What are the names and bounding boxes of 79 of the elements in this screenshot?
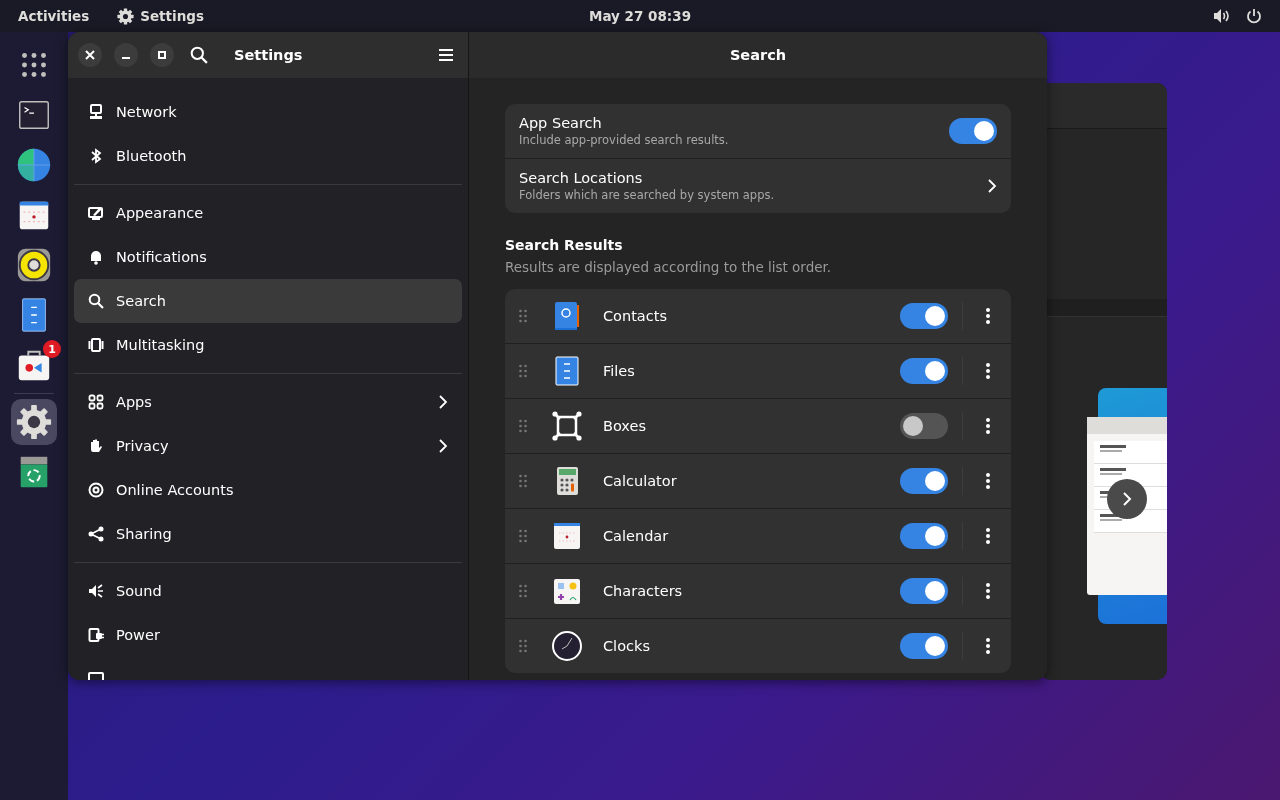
- search-icon: [88, 293, 104, 309]
- toggle-switch[interactable]: [900, 523, 948, 549]
- app-name: Calculator: [603, 473, 678, 489]
- gear-icon: [117, 7, 135, 25]
- row-title: Search Locations: [519, 170, 644, 186]
- sidebar-item[interactable]: Apps: [74, 380, 462, 424]
- power-icon: [88, 627, 104, 643]
- app-name: Boxes: [603, 418, 647, 434]
- apps-icon: [88, 394, 104, 410]
- toggle-switch[interactable]: [900, 578, 948, 604]
- appearance-icon: [88, 205, 104, 221]
- chevron-right-icon: [1121, 491, 1133, 507]
- menu-icon: [438, 48, 454, 62]
- power-icon[interactable]: [1246, 8, 1262, 24]
- sidebar-item[interactable]: Network: [74, 90, 462, 134]
- app-menu[interactable]: Settings: [140, 8, 204, 24]
- drag-handle-icon[interactable]: [519, 364, 527, 378]
- section-heading: Search Results: [505, 237, 624, 253]
- row-subtitle: Include app-provided search results.: [519, 133, 730, 147]
- sidebar-item[interactable]: Online Accounts: [74, 468, 462, 512]
- drag-handle-icon[interactable]: [519, 639, 527, 653]
- drag-handle-icon[interactable]: [519, 584, 527, 598]
- gear-icon: [15, 403, 53, 441]
- notification-badge: 1: [43, 340, 61, 358]
- chevron-right-icon: [987, 178, 997, 194]
- sidebar-item[interactable]: Power: [74, 613, 462, 657]
- window-thumbnail-drawing[interactable]: [1087, 388, 1167, 624]
- maximize-icon: [157, 50, 167, 60]
- page-title: Search: [729, 47, 787, 63]
- sidebar-item[interactable]: Sound: [74, 569, 462, 613]
- app-name: Calendar: [603, 528, 670, 544]
- app-name: Characters: [603, 583, 684, 599]
- sidebar-item[interactable]: Bluetooth: [74, 134, 462, 178]
- drag-handle-icon[interactable]: [519, 474, 527, 488]
- sidebar-item[interactable]: Privacy: [74, 424, 462, 468]
- multitask-icon: [88, 337, 104, 353]
- calendar-icon: [551, 520, 583, 552]
- toggle-switch[interactable]: [900, 468, 948, 494]
- sidebar-item[interactable]: Search: [74, 279, 462, 323]
- minimize-icon: [121, 57, 131, 59]
- search-icon: [190, 46, 208, 64]
- speaker-icon: [15, 246, 53, 284]
- boxes-icon: [551, 410, 583, 442]
- sidebar-item[interactable]: Sharing: [74, 512, 462, 556]
- dock-app[interactable]: [11, 399, 57, 445]
- toggle-switch[interactable]: [900, 633, 948, 659]
- toggle-switch[interactable]: [900, 303, 948, 329]
- at-icon: [88, 482, 104, 498]
- bell-icon: [88, 249, 104, 265]
- network-icon: [88, 104, 104, 120]
- window-title: Settings: [234, 47, 303, 63]
- toggle-switch[interactable]: [900, 413, 948, 439]
- sidebar-item[interactable]: Multitasking: [74, 323, 462, 367]
- minimize-button[interactable]: [114, 43, 138, 67]
- row-title: App Search: [519, 115, 603, 131]
- activities-button[interactable]: Activities: [18, 8, 90, 24]
- clocks-icon: [551, 630, 583, 662]
- app-name: Files: [603, 363, 636, 379]
- search-locations-row[interactable]: Search Locations Folders which are searched by system apps.: [505, 158, 1011, 213]
- drag-handle-icon[interactable]: [519, 529, 527, 543]
- sidebar-item[interactable]: Notifications: [74, 235, 462, 279]
- app-name: Clocks: [603, 638, 651, 654]
- hand-icon: [88, 438, 104, 454]
- close-button[interactable]: [78, 43, 102, 67]
- row-subtitle: Folders which are searched by system apps.: [519, 188, 776, 202]
- share-icon: [88, 526, 104, 542]
- drag-handle-icon[interactable]: [519, 419, 527, 433]
- toggle-switch[interactable]: [949, 118, 997, 144]
- app-name: Contacts: [603, 308, 668, 324]
- drag-handle-icon[interactable]: [519, 309, 527, 323]
- globe-icon: [15, 146, 53, 184]
- maximize-button[interactable]: [150, 43, 174, 67]
- close-icon: [85, 50, 95, 60]
- clock[interactable]: May 27 08:39: [588, 8, 692, 24]
- volume-icon[interactable]: [1213, 8, 1230, 24]
- sidebar-item[interactable]: Appearance: [74, 191, 462, 235]
- section-subtitle: Results are displayed according to the list order.: [505, 259, 833, 275]
- toggle-switch[interactable]: [900, 358, 948, 384]
- sound-icon: [88, 583, 104, 599]
